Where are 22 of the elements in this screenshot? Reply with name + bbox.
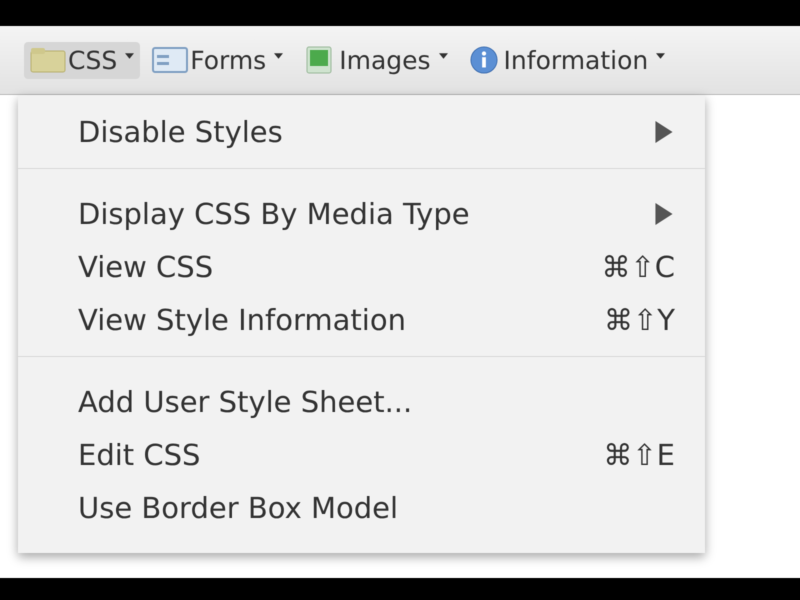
toolbar-button[interactable]: Forms — [146, 42, 290, 78]
toolbar-button[interactable]: Images — [295, 42, 454, 78]
shortcut-label: ⌘⇧C — [601, 250, 675, 284]
caret-icon — [274, 53, 284, 59]
shortcut-label: ⌘⇧Y — [604, 302, 675, 336]
caret-icon — [656, 53, 666, 59]
caret-icon — [125, 53, 134, 59]
menu-item[interactable]: View CSS ⌘⇧C — [18, 240, 705, 293]
form-icon — [152, 46, 188, 74]
submenu-arrow-icon — [655, 120, 673, 142]
menu-item[interactable]: View Style Information ⌘⇧Y — [18, 293, 705, 346]
menu-item[interactable]: Display CSS By Media Type — [18, 187, 705, 240]
folder-icon — [30, 46, 66, 74]
caret-icon — [438, 53, 448, 59]
menu-item[interactable]: Add User Style Sheet... — [18, 375, 705, 428]
shortcut-label: ⌘⇧E — [603, 438, 675, 472]
toolbar-button[interactable]: CSS — [24, 42, 140, 78]
toolbar-button[interactable]: Information — [460, 42, 672, 78]
menu-item[interactable]: Use Border Box Model — [18, 481, 705, 534]
submenu-arrow-icon — [655, 202, 673, 224]
menu-item[interactable]: Disable Styles — [18, 105, 705, 158]
menu-item[interactable]: Edit CSS ⌘⇧E — [18, 428, 705, 481]
